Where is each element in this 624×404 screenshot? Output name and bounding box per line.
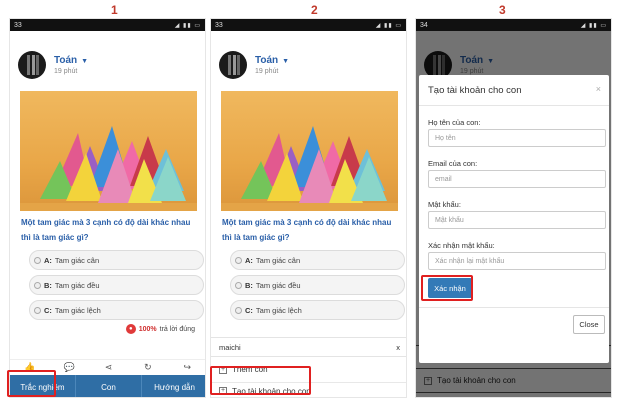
- answer-option-b[interactable]: B: Tam giác đều: [29, 275, 204, 295]
- phone-screen-2: 33 ◢ ▮▮ ▭ Toán ▼ 19 phút Một tam giác mà …: [210, 18, 407, 398]
- post-image: [221, 91, 398, 211]
- fullname-label: Họ tên của con:: [428, 118, 481, 127]
- status-icons: ◢ ▮▮ ▭: [375, 22, 402, 29]
- status-bar: 33 ◢ ▮▮ ▭: [211, 19, 406, 31]
- action-row: 👍 💬 ⋖ ↻ ↪: [10, 359, 205, 375]
- step-number-1: 1: [111, 3, 118, 17]
- email-label: Email của con:: [428, 159, 478, 168]
- add-child-item[interactable]: + Thêm con: [211, 357, 406, 383]
- phone-screen-1: 33 ◢ ▮▮ ▭ Toán ▼ 19 phút Một tam giác mà …: [9, 18, 206, 398]
- fullname-input[interactable]: Họ tên: [428, 129, 606, 147]
- author-name[interactable]: Toán ▼: [255, 55, 289, 66]
- status-icons: ◢ ▮▮ ▭: [174, 22, 201, 29]
- radio-icon: [34, 256, 41, 264]
- confirm-password-label: Xác nhận mật khẩu:: [428, 241, 495, 250]
- plus-icon: +: [219, 365, 227, 374]
- step-number-3: 3: [499, 3, 506, 17]
- correct-stat: ● 100% trả lời đúng: [125, 324, 195, 334]
- repost-icon[interactable]: ↻: [138, 362, 158, 373]
- answer-option-c[interactable]: C: Tam giác lệch: [230, 300, 405, 320]
- close-icon[interactable]: ×: [596, 84, 601, 94]
- chevron-down-icon[interactable]: ▼: [282, 58, 289, 65]
- divider: [419, 105, 609, 106]
- question-text: Một tam giác mà 3 cạnh có độ dài khác nh…: [222, 218, 392, 242]
- bottom-tab-bar: Trắc nghiệm Con Hướng dẫn: [10, 375, 205, 397]
- answer-option-b[interactable]: B: Tam giác đều: [230, 275, 405, 295]
- confirm-password-input[interactable]: Xác nhận lại mật khẩu: [428, 252, 606, 270]
- like-icon[interactable]: 👍: [20, 362, 40, 373]
- radio-icon: [235, 306, 242, 314]
- create-child-account-item[interactable]: + Tạo tài khoản cho con: [211, 383, 406, 397]
- status-icons: ◢ ▮▮ ▭: [580, 22, 607, 29]
- avatar[interactable]: [219, 51, 247, 79]
- password-input[interactable]: Mật khẩu: [428, 211, 606, 229]
- forward-icon[interactable]: ↪: [177, 362, 197, 373]
- radio-icon: [34, 281, 41, 289]
- post-time: 19 phút: [54, 68, 78, 75]
- close-button[interactable]: Close: [573, 315, 605, 334]
- avatar[interactable]: [18, 51, 46, 79]
- child-search-row: maichi x: [211, 337, 406, 357]
- post-header: Toán▼ 19 phút: [10, 31, 205, 89]
- tab-trac-nghiem[interactable]: Trắc nghiệm: [10, 375, 76, 397]
- radio-icon: [235, 281, 242, 289]
- create-account-modal: Tạo tài khoản cho con × Họ tên của con: …: [419, 75, 609, 363]
- answer-option-a[interactable]: A: Tam giác cân: [230, 250, 405, 270]
- plus-icon: +: [219, 387, 227, 395]
- post-header: Toán▼ 19 phút: [211, 31, 406, 89]
- share-icon[interactable]: ⋖: [98, 362, 118, 373]
- child-username-input[interactable]: maichi: [219, 343, 241, 352]
- close-icon[interactable]: x: [396, 343, 400, 352]
- modal-title: Tạo tài khoản cho con: [428, 85, 522, 96]
- phone-screen-3: 34 ◢ ▮▮ ▭ Toán▼ 19 phút +Thêm con +Tạo t…: [415, 18, 612, 398]
- post-image: [20, 91, 197, 211]
- post-time: 19 phút: [255, 68, 279, 75]
- step-number-2: 2: [311, 3, 318, 17]
- question-text: Một tam giác mà 3 cạnh có độ dài khác nh…: [21, 218, 191, 242]
- answer-option-a[interactable]: A: Tam giác cân: [29, 250, 204, 270]
- password-label: Mật khẩu:: [428, 200, 461, 209]
- answer-option-c[interactable]: C: Tam giác lệch: [29, 300, 204, 320]
- status-bar: 33 ◢ ▮▮ ▭: [10, 19, 205, 31]
- status-time: 33: [215, 21, 223, 29]
- comment-icon[interactable]: 💬: [59, 362, 79, 373]
- radio-icon: [235, 256, 242, 264]
- status-time: 34: [420, 21, 428, 29]
- status-time: 33: [14, 21, 22, 29]
- tab-huong-dan[interactable]: Hướng dẫn: [142, 375, 205, 397]
- author-name[interactable]: Toán ▼: [54, 55, 88, 66]
- divider: [419, 307, 609, 308]
- tab-con[interactable]: Con: [76, 375, 142, 397]
- people-icon: ●: [125, 324, 136, 334]
- radio-icon: [34, 306, 41, 314]
- status-bar: 34 ◢ ▮▮ ▭: [416, 19, 611, 31]
- chevron-down-icon[interactable]: ▼: [81, 58, 88, 65]
- email-input[interactable]: email: [428, 170, 606, 188]
- confirm-button[interactable]: Xác nhận: [428, 278, 472, 298]
